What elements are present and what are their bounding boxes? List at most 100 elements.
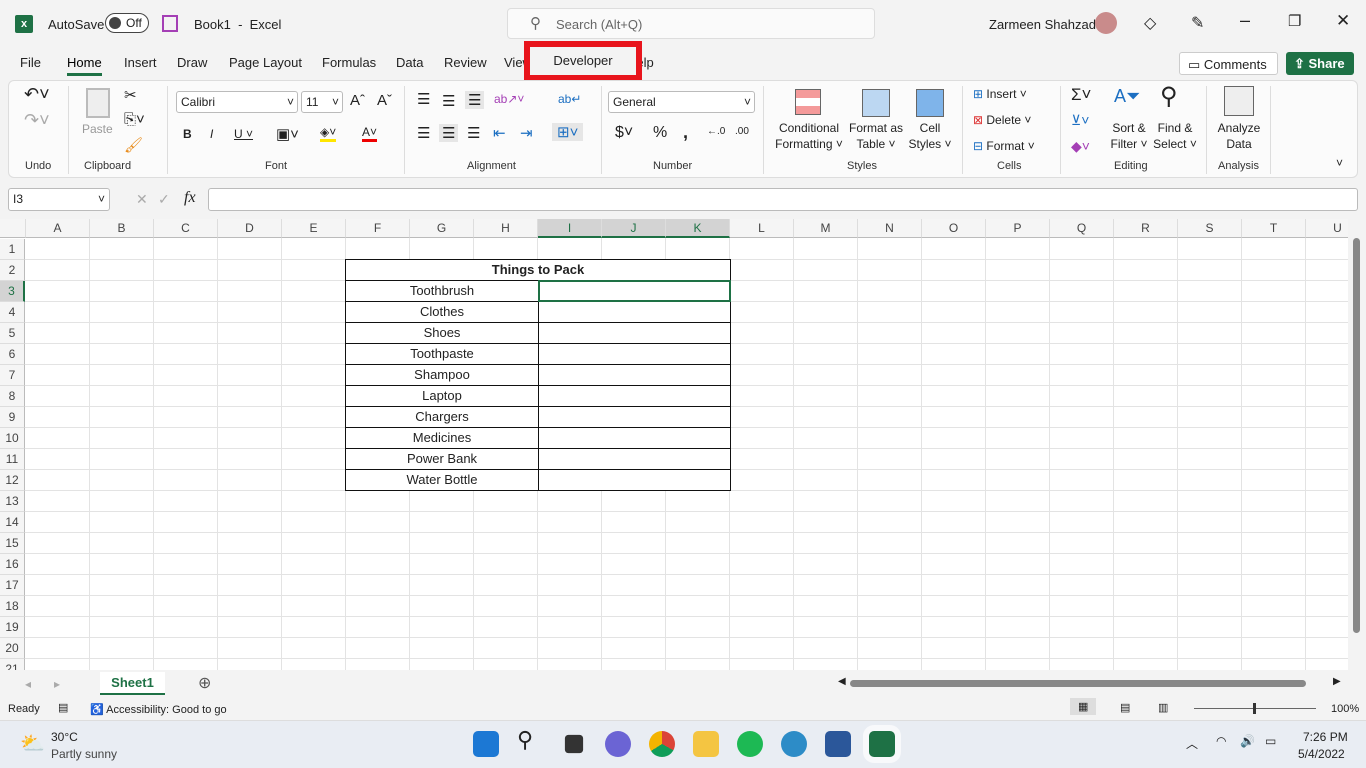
clear-icon[interactable]: ◆˅ — [1071, 138, 1090, 155]
table-check-cell[interactable] — [538, 322, 731, 344]
row-header-1[interactable]: 1 — [0, 239, 25, 260]
table-item[interactable]: Water Bottle — [345, 469, 539, 491]
table-check-cell[interactable] — [538, 469, 731, 491]
macro-record-icon[interactable]: ▤ — [58, 701, 68, 714]
font-name-select[interactable]: Calibri ˅ — [176, 91, 298, 113]
row-header-19[interactable]: 19 — [0, 617, 25, 638]
table-check-cell[interactable] — [538, 343, 731, 365]
avatar[interactable] — [1095, 12, 1117, 34]
paste-label[interactable]: Paste — [82, 122, 113, 136]
task-view-icon[interactable] — [564, 734, 584, 754]
tab-draw[interactable]: Draw — [177, 55, 207, 70]
selected-cell-I3[interactable] — [538, 280, 731, 302]
name-box[interactable]: I3 ˅ — [8, 188, 110, 211]
row-header-3[interactable]: 3 — [0, 281, 25, 302]
row-header-16[interactable]: 16 — [0, 554, 25, 575]
page-layout-view-icon[interactable]: ▤ — [1120, 701, 1130, 714]
row-header-6[interactable]: 6 — [0, 344, 25, 365]
decrease-decimal-icon[interactable]: .00 — [735, 126, 749, 137]
vertical-scrollbar[interactable] — [1348, 232, 1366, 672]
cell-styles-icon[interactable] — [916, 89, 944, 117]
weather-desc[interactable]: Partly sunny — [51, 747, 117, 761]
sort-filter-button[interactable]: Sort & Filter ˅ — [1106, 120, 1152, 152]
table-item[interactable]: Medicines — [345, 427, 539, 449]
column-header-L[interactable]: L — [730, 219, 794, 238]
delete-cells-button[interactable]: ⊠ Delete ˅ — [973, 113, 1031, 127]
word-icon[interactable] — [825, 731, 851, 757]
tab-developer[interactable]: Developer — [524, 41, 642, 81]
row-header-15[interactable]: 15 — [0, 533, 25, 554]
tab-data[interactable]: Data — [396, 55, 423, 70]
fill-color-icon[interactable]: ◈˅ — [320, 125, 337, 142]
autosum-icon[interactable]: Σ˅ — [1071, 85, 1091, 105]
normal-view-icon[interactable]: ▦ — [1070, 698, 1097, 715]
minimize-icon[interactable]: – — [1240, 10, 1250, 31]
column-header-I[interactable]: I — [538, 219, 602, 238]
spotify-icon[interactable] — [737, 731, 763, 757]
column-header-Q[interactable]: Q — [1050, 219, 1114, 238]
column-header-S[interactable]: S — [1178, 219, 1242, 238]
search-taskbar-icon[interactable]: ⚲ — [517, 727, 543, 753]
orientation-icon[interactable]: ab↗˅ — [494, 92, 524, 106]
table-check-cell[interactable] — [538, 427, 731, 449]
table-check-cell[interactable] — [538, 364, 731, 386]
cancel-icon[interactable]: ✕ — [136, 191, 148, 208]
percent-icon[interactable]: % — [653, 124, 667, 142]
decrease-font-icon[interactable]: Aˇ — [377, 92, 392, 109]
center-icon[interactable]: ☰ — [439, 124, 459, 142]
column-header-U[interactable]: U — [1306, 219, 1348, 238]
column-header-K[interactable]: K — [666, 219, 730, 238]
close-icon[interactable]: ✕ — [1336, 11, 1350, 31]
start-icon[interactable] — [473, 731, 499, 757]
table-item[interactable]: Shoes — [345, 322, 539, 344]
row-header-9[interactable]: 9 — [0, 407, 25, 428]
row-header-18[interactable]: 18 — [0, 596, 25, 617]
column-header-B[interactable]: B — [90, 219, 154, 238]
find-select-icon[interactable]: ⚲ — [1160, 82, 1178, 111]
table-item[interactable]: Chargers — [345, 406, 539, 428]
column-header-P[interactable]: P — [986, 219, 1050, 238]
app-icon[interactable] — [781, 731, 807, 757]
column-header-E[interactable]: E — [282, 219, 346, 238]
column-header-A[interactable]: A — [26, 219, 90, 238]
row-header-4[interactable]: 4 — [0, 302, 25, 323]
comments-button[interactable]: ▭ Comments — [1179, 52, 1278, 75]
zoom-slider[interactable] — [1194, 703, 1316, 714]
undo-icon[interactable]: ↶˅ — [24, 84, 50, 105]
bottom-align-icon[interactable]: ☰ — [465, 91, 485, 109]
search-box[interactable]: ⚲ Search (Alt+Q) — [507, 8, 875, 39]
next-sheet-icon[interactable]: ▸ — [54, 677, 60, 691]
middle-align-icon[interactable]: ☰ — [442, 92, 455, 110]
formula-input[interactable] — [208, 188, 1358, 211]
fill-icon[interactable]: ⊻˅ — [1071, 112, 1089, 129]
currency-icon[interactable]: $˅ — [615, 124, 633, 142]
table-title[interactable]: Things to Pack — [345, 259, 731, 281]
find-select-button[interactable]: Find & Select ˅ — [1152, 120, 1198, 152]
borders-icon[interactable]: ▣˅ — [276, 125, 299, 143]
column-header-C[interactable]: C — [154, 219, 218, 238]
align-left-icon[interactable]: ☰ — [417, 124, 430, 142]
decrease-indent-icon[interactable]: ⇤ — [493, 124, 506, 142]
tab-home[interactable]: Home — [67, 55, 102, 76]
autosave-toggle[interactable]: Off — [105, 13, 149, 33]
tab-file[interactable]: File — [20, 55, 41, 70]
format-painter-icon[interactable]: 🖌 — [124, 136, 143, 154]
row-header-12[interactable]: 12 — [0, 470, 25, 491]
sheet-tab-sheet1[interactable]: Sheet1 — [100, 672, 165, 695]
italic-icon[interactable]: I — [210, 127, 213, 141]
number-format-select[interactable]: General ˅ — [608, 91, 755, 113]
column-header-M[interactable]: M — [794, 219, 858, 238]
table-item[interactable]: Laptop — [345, 385, 539, 407]
table-item[interactable]: Power Bank — [345, 448, 539, 470]
weather-icon[interactable]: ⛅ — [20, 731, 45, 756]
align-right-icon[interactable]: ☰ — [467, 124, 480, 142]
share-button[interactable]: ⇪ Share — [1286, 52, 1354, 75]
row-header-14[interactable]: 14 — [0, 512, 25, 533]
column-header-R[interactable]: R — [1114, 219, 1178, 238]
wifi-icon[interactable]: ◠ — [1216, 734, 1226, 748]
add-sheet-icon[interactable]: ⊕ — [198, 673, 211, 693]
redo-icon[interactable]: ↷˅ — [24, 110, 50, 131]
accessibility-status[interactable]: ♿ Accessibility: Good to go — [90, 703, 227, 716]
worksheet-grid[interactable]: A B C D E F G H I J K L M N O P Q R S T U 1 2 3 4 5 6 7 8 9 10 11 12 13 14… — [0, 219, 1348, 670]
row-header-2[interactable]: 2 — [0, 260, 25, 281]
